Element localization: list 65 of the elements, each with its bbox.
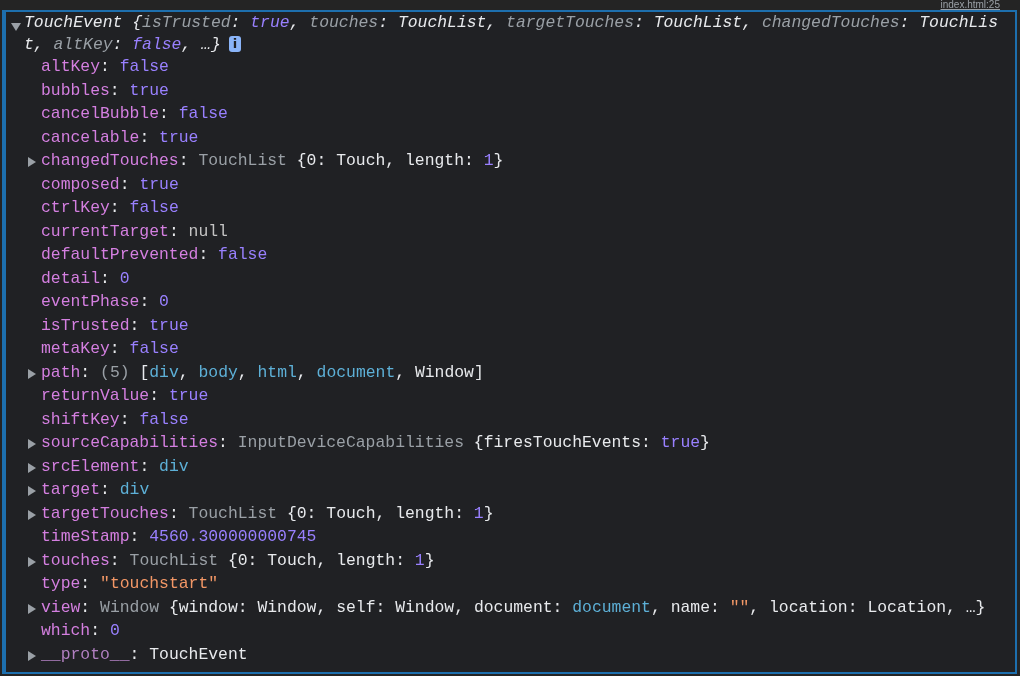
- caret-right-icon[interactable]: [27, 462, 37, 473]
- property-value: : (5) [div, body, html, document, Window]: [80, 361, 484, 384]
- caret-right-icon[interactable]: [27, 439, 37, 449]
- property-value: : div: [139, 455, 189, 478]
- property-key: path: [41, 360, 81, 386]
- property-value: : true: [149, 385, 209, 408]
- caret-right-icon[interactable]: [27, 509, 37, 520]
- property-value: : 4560.300000000745: [129, 526, 317, 549]
- caret-right-icon[interactable]: [27, 603, 37, 614]
- property-key: currentTarget: [41, 219, 169, 245]
- property-value: : TouchList {0: Touch, length: 1}: [109, 549, 435, 572]
- property-value: : true: [109, 79, 169, 102]
- property-key: view: [41, 595, 81, 621]
- property-key: returnValue: [41, 384, 150, 410]
- caret-right-icon[interactable]: [27, 650, 37, 661]
- property-key: detail: [41, 266, 101, 292]
- property-value: : TouchList {0: Touch, length: 1}: [178, 150, 504, 173]
- property-value: : TouchEvent: [129, 643, 248, 666]
- property-key: bubbles: [41, 78, 110, 104]
- property-key: __proto__: [41, 642, 130, 668]
- caret-down-icon[interactable]: [11, 22, 21, 32]
- property-key: touches: [41, 548, 110, 574]
- caret-right-icon[interactable]: [27, 368, 37, 379]
- property-key: isTrusted: [41, 313, 130, 339]
- caret-right-icon[interactable]: [27, 486, 37, 496]
- property-key: changedTouches: [41, 149, 179, 175]
- caret-right-icon[interactable]: [27, 556, 37, 567]
- property-value: : true: [139, 126, 199, 149]
- property-value: : false: [159, 103, 228, 126]
- property-value: : false: [109, 197, 179, 220]
- property-key: cancelable: [41, 125, 140, 151]
- property-key: metaKey: [41, 337, 110, 363]
- property-key: targetTouches: [41, 501, 169, 527]
- property-value: : true: [129, 314, 189, 337]
- property-value: : 0: [139, 291, 169, 314]
- property-key: cancelBubble: [41, 102, 160, 128]
- info-badge: i: [228, 36, 242, 52]
- property-value: : false: [119, 408, 189, 431]
- property-value: : InputDeviceCapabilities {firesTouchEvents: true}: [218, 432, 710, 455]
- property-key: shiftKey: [41, 407, 120, 433]
- property-value: : true: [119, 173, 179, 196]
- property-value: : Window {window: Window, self: Window, document: document, name: "", location: Location, …}: [80, 596, 986, 619]
- property-key: defaultPrevented: [41, 243, 199, 269]
- property-value: : TouchList {0: Touch, length: 1}: [168, 502, 494, 525]
- property-key: timeStamp: [41, 525, 130, 551]
- property-value: : null: [168, 220, 228, 243]
- property-key: composed: [41, 172, 120, 198]
- property-value: : div: [100, 479, 150, 502]
- property-value: : 0: [90, 620, 120, 643]
- property-key: type: [41, 572, 81, 598]
- property-key: altKey: [41, 55, 101, 81]
- source-link[interactable]: index.html:25: [940, 0, 1000, 10]
- property-key: target: [41, 478, 101, 504]
- property-key: sourceCapabilities: [41, 431, 219, 457]
- object-summary[interactable]: TouchEvent {isTrusted: true, touches: TouchList, targetTouches: TouchList, changedTouches: TouchList, altKey: false, …} i: [24, 12, 1005, 56]
- property-key: eventPhase: [41, 290, 140, 316]
- property-value: : 0: [100, 267, 130, 290]
- property-value: : "touchstart": [80, 573, 219, 596]
- caret-right-icon[interactable]: [27, 157, 37, 167]
- property-key: which: [41, 619, 91, 645]
- property-key: srcElement: [41, 454, 140, 480]
- property-value: : false: [100, 56, 169, 79]
- property-value: : false: [109, 338, 179, 361]
- property-key: ctrlKey: [41, 196, 110, 222]
- property-value: : false: [198, 244, 268, 267]
